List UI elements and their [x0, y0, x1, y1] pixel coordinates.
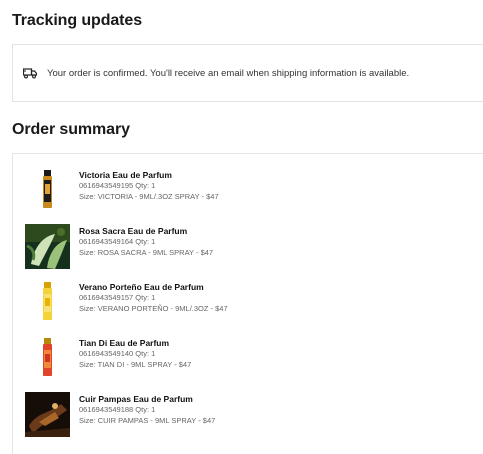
- truck-icon: [22, 67, 38, 79]
- item-name: Tian Di Eau de Parfum: [79, 338, 170, 348]
- item-sku-qty: 0616943549195 Qty: 1: [79, 181, 156, 190]
- order-item[interactable]: Victoria Eau de Parfum 0616943549195 Qty…: [25, 168, 219, 213]
- tracking-updates-title: Tracking updates: [12, 12, 142, 29]
- item-sku-qty: 0616943549164 Qty: 1: [79, 237, 156, 246]
- item-name: Verano Porteño Eau de Parfum: [79, 282, 204, 292]
- leather-still-life-photo: [25, 392, 70, 437]
- vial-red-photo: [25, 336, 70, 381]
- item-sku-qty: 0616943549140 Qty: 1: [79, 349, 156, 358]
- tracking-status: Your order is confirmed. You'll receive …: [22, 67, 410, 79]
- item-size: Size: VICTORIA - 9ML/.3OZ SPRAY - $47: [79, 191, 219, 201]
- order-summary-title: Order summary: [12, 121, 130, 138]
- order-summary-card: Victoria Eau de Parfum 0616943549195 Qty…: [12, 153, 483, 454]
- order-item[interactable]: Rosa Sacra Eau de Parfum 0616943549164 Q…: [25, 224, 213, 269]
- item-size: Size: CUIR PAMPAS - 9ML SPRAY - $47: [79, 415, 216, 425]
- order-item[interactable]: Verano Porteño Eau de Parfum 06169435491…: [25, 280, 228, 325]
- calla-lily-photo: [25, 224, 70, 269]
- item-name: Cuir Pampas Eau de Parfum: [79, 394, 193, 404]
- order-item[interactable]: Tian Di Eau de Parfum 0616943549140 Qty:…: [25, 336, 191, 381]
- tracking-message: Your order is confirmed. You'll receive …: [47, 67, 410, 79]
- vial-amber-photo: [25, 168, 70, 213]
- item-name: Rosa Sacra Eau de Parfum: [79, 226, 188, 236]
- item-sku-qty: 0616943549188 Qty: 1: [79, 405, 156, 414]
- vial-yellow-photo: [25, 280, 70, 325]
- item-name: Victoria Eau de Parfum: [79, 170, 172, 180]
- item-size: Size: TIAN DI - 9ML SPRAY - $47: [79, 359, 192, 369]
- item-sku-qty: 0616943549157 Qty: 1: [79, 293, 156, 302]
- item-size: Size: ROSA SACRA - 9ML SPRAY - $47: [79, 247, 214, 257]
- item-size: Size: VERANO PORTEÑO - 9ML/.3OZ - $47: [79, 303, 228, 313]
- tracking-card: Your order is confirmed. You'll receive …: [12, 44, 483, 102]
- order-item[interactable]: Cuir Pampas Eau de Parfum 0616943549188 …: [25, 392, 215, 437]
